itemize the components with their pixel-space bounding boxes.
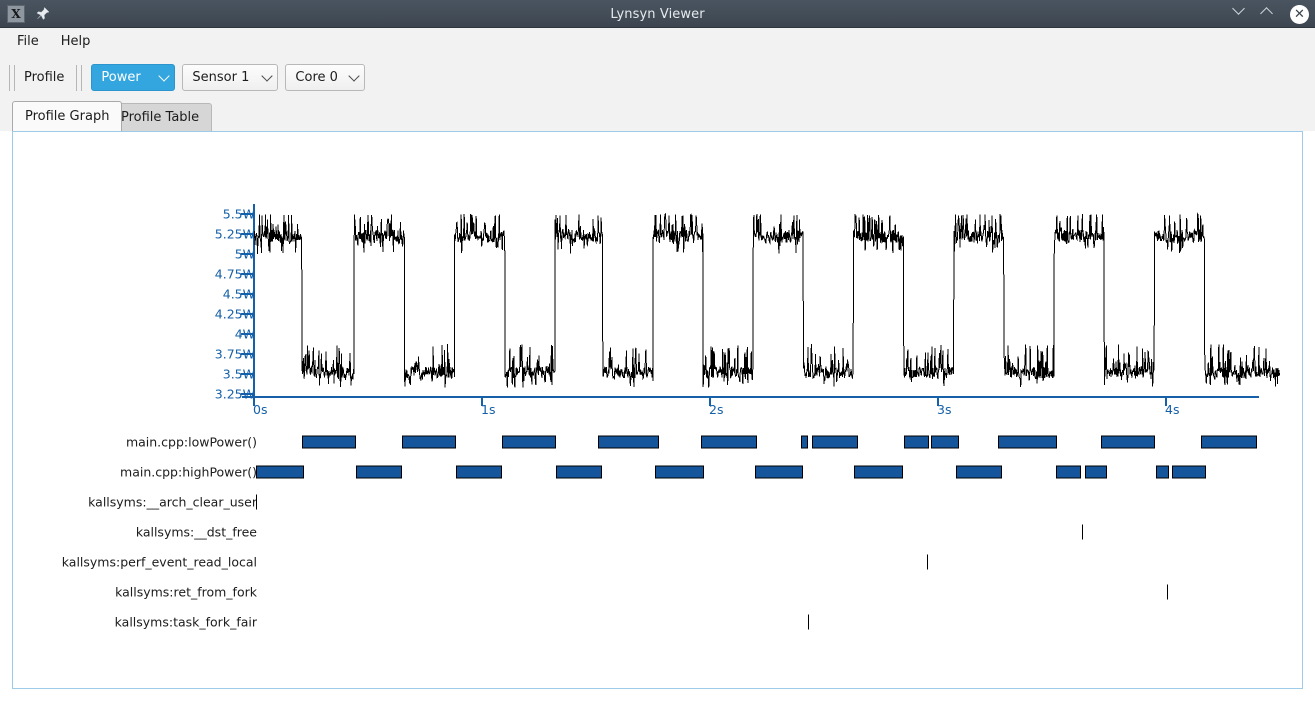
timeline-bar[interactable] — [655, 465, 704, 479]
timeline-bar[interactable] — [931, 435, 959, 449]
timeline-bar[interactable] — [1085, 465, 1107, 479]
core-value: Core 0 — [295, 70, 338, 85]
timeline-bar[interactable] — [755, 465, 803, 479]
timeline-bar[interactable] — [812, 435, 858, 449]
timeline-tick[interactable] — [808, 614, 809, 630]
timeline-tick[interactable] — [1082, 524, 1083, 540]
timeline-row-lowpower-label: main.cpp:lowPower() — [125, 434, 257, 450]
timeline-row-task-fork-fair-label: kallsyms:task_fork_fair — [114, 614, 257, 630]
timeline-bar[interactable] — [302, 435, 356, 449]
y-axis-tick-label: 4.5W — [222, 286, 255, 302]
y-axis-tick-label: 3.25W — [214, 386, 255, 402]
timeline-tick[interactable] — [1167, 584, 1168, 600]
toolbar-separator — [76, 64, 83, 91]
timeline-bar[interactable] — [1101, 435, 1155, 449]
power-profile-plot[interactable]: 5.5W 5.25W 5W 4.75W 4.5W 4.25W 4W 3.75W 3.5W 3.25… — [13, 132, 1302, 688]
tab-profile-graph[interactable]: Profile Graph — [12, 101, 123, 131]
plot-canvas — [241, 204, 1280, 406]
timeline-row-ret-from-fork-label: kallsyms:ret_from_fork — [115, 584, 257, 600]
timeline-bar[interactable] — [456, 465, 502, 479]
timeline-bar[interactable] — [854, 465, 903, 479]
tab-bar: Profile Graph Profile Table — [0, 100, 1315, 131]
timeline-bar[interactable] — [556, 465, 602, 479]
timeline-bar[interactable] — [1056, 465, 1081, 479]
timeline-bar[interactable] — [502, 435, 556, 449]
minimize-button[interactable] — [1232, 1, 1249, 22]
chevron-down-icon — [348, 69, 361, 82]
chevron-down-icon — [158, 69, 171, 82]
profile-graph-panel: 5.5W 5.25W 5W 4.75W 4.5W 4.25W 4W 3.75W 3.5W 3.25… — [12, 131, 1303, 689]
timeline-bar[interactable] — [801, 435, 808, 449]
y-axis-tick-label: 3.5W — [222, 366, 255, 382]
y-axis-tick-label: 5.5W — [222, 206, 255, 222]
x-axis-tick-label: 1s — [481, 402, 496, 417]
timeline-row-perf-event-read-local-label: kallsyms:perf_event_read_local — [61, 554, 257, 570]
y-axis-tick-label: 4.25W — [214, 306, 255, 322]
pin-icon[interactable] — [35, 6, 51, 22]
core-dropdown[interactable]: Core 0 — [285, 64, 366, 91]
x-axis-tick-label: 4s — [1165, 402, 1180, 417]
y-axis-tick-label: 5W — [234, 246, 255, 262]
timeline-row-arch-clear-user-label: kallsyms:__arch_clear_user — [88, 494, 257, 510]
timeline-tick[interactable] — [256, 494, 257, 510]
timeline-bar[interactable] — [598, 435, 659, 449]
menu-bar: File Help — [0, 28, 1315, 55]
timeline-bar[interactable] — [1201, 435, 1257, 449]
toolbar-profile-label: Profile — [24, 70, 65, 85]
chevron-up-icon — [1260, 6, 1273, 20]
timeline-bar[interactable] — [904, 435, 929, 449]
y-axis-tick-label: 5.25W — [214, 226, 255, 242]
tab-profile-table[interactable]: Profile Table — [108, 103, 213, 131]
title-bar: X Lynsyn Viewer ✕ — [0, 0, 1315, 28]
timeline-bar[interactable] — [1172, 465, 1206, 479]
toolbar-drag-handle[interactable] — [9, 64, 15, 91]
timeline-bar[interactable] — [256, 465, 304, 479]
maximize-button[interactable] — [1260, 6, 1277, 22]
sensor-dropdown[interactable]: Sensor 1 — [182, 64, 279, 91]
menu-help[interactable]: Help — [52, 31, 100, 52]
timeline-tick[interactable] — [927, 554, 928, 570]
timeline-bar[interactable] — [356, 465, 402, 479]
x-window-icon: X — [7, 4, 25, 23]
timeline-bar[interactable] — [956, 465, 1002, 479]
y-axis-tick-label: 4.75W — [214, 266, 255, 282]
timeline-bar[interactable] — [701, 435, 757, 449]
sensor-value: Sensor 1 — [192, 70, 250, 85]
close-button[interactable]: ✕ — [1290, 4, 1309, 24]
timeline-bar[interactable] — [998, 435, 1057, 449]
x-axis-tick-label: 3s — [937, 402, 952, 417]
y-axis-tick-label: 3.75W — [214, 346, 255, 362]
menu-file[interactable]: File — [8, 31, 48, 52]
toolbar: Profile Power Sensor 1 Core 0 — [0, 55, 1315, 100]
timeline-bar[interactable] — [402, 435, 456, 449]
profile-type-dropdown[interactable]: Power — [91, 64, 176, 91]
x-axis-tick-label: 2s — [709, 402, 724, 417]
chevron-down-icon — [261, 69, 274, 82]
profile-type-value: Power — [101, 70, 141, 85]
x-axis-tick-label: 0s — [253, 402, 268, 417]
window-title: Lynsyn Viewer — [610, 6, 705, 22]
y-axis-tick-label: 4W — [234, 326, 255, 342]
timeline-bar[interactable] — [1156, 465, 1169, 479]
chevron-down-icon — [1232, 1, 1245, 15]
timeline-row-highpower-label: main.cpp:highPower() — [120, 464, 257, 480]
timeline-row-dst-free-label: kallsyms:__dst_free — [135, 524, 257, 540]
